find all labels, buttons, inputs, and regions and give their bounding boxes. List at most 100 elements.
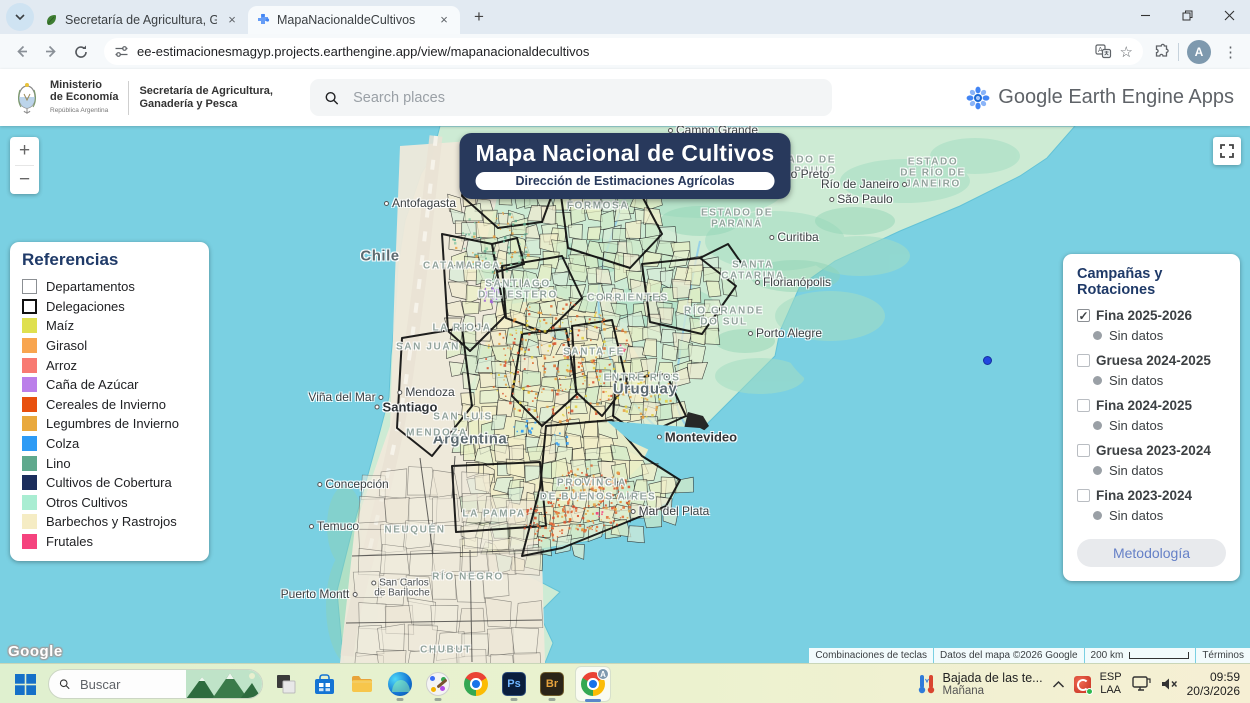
paint-button[interactable]: [423, 666, 453, 702]
task-view-button[interactable]: [271, 666, 301, 702]
site-settings-icon[interactable]: [114, 44, 129, 59]
volume-muted-icon[interactable]: [1160, 676, 1178, 692]
translate-icon[interactable]: A: [1095, 44, 1112, 59]
taskbar-search-input[interactable]: [78, 676, 178, 693]
no-data-radio[interactable]: [1093, 331, 1102, 340]
language-indicator[interactable]: ESPLAA: [1100, 671, 1122, 697]
ministry-logo: Ministerio de Economía República Argenti…: [0, 79, 287, 117]
legend-swatch: [22, 534, 37, 549]
taskbar-search-box[interactable]: [48, 669, 263, 699]
bridge-button[interactable]: Br: [537, 666, 567, 702]
profile-avatar[interactable]: A: [1187, 40, 1211, 64]
extensions-icon[interactable]: [1153, 43, 1170, 60]
legend-item: Cereales de Invierno: [22, 395, 197, 415]
toolbar-divider: [1178, 43, 1179, 61]
campaign-label: Gruesa 2024-2025: [1096, 353, 1211, 368]
url-text: ee-estimacionesmagyp.projects.earthengin…: [137, 44, 1087, 59]
chrome-button[interactable]: [461, 666, 491, 702]
tab-close-icon[interactable]: ×: [224, 12, 240, 28]
date-text: 20/3/2026: [1187, 684, 1240, 698]
network-icon[interactable]: [1131, 676, 1151, 692]
window-minimize-button[interactable]: [1124, 0, 1166, 30]
legend-label: Girasol: [46, 338, 87, 353]
bridge-icon: Br: [540, 672, 564, 696]
campaign-checkbox[interactable]: ✓: [1077, 309, 1090, 322]
brand-text: Google Earth Engine Apps: [998, 86, 1234, 109]
legend-label: Colza: [46, 436, 79, 451]
search-doodle-image[interactable]: [186, 669, 262, 699]
no-data-radio[interactable]: [1093, 376, 1102, 385]
legend-panel: Referencias Departamentos Delegaciones M…: [10, 242, 209, 561]
window-close-button[interactable]: [1208, 0, 1250, 30]
legend-label: Caña de Azúcar: [46, 377, 139, 392]
metodologia-button[interactable]: Metodología: [1077, 539, 1226, 567]
legend-swatch: [22, 397, 37, 412]
legend-label: Cultivos de Cobertura: [46, 475, 172, 490]
tray-chevron-up-icon[interactable]: [1052, 680, 1065, 689]
map-container[interactable]: ChileParaguayUruguayArgentinaFORMOSACATA…: [0, 126, 1250, 663]
start-button[interactable]: [10, 666, 40, 702]
zoom-in-button[interactable]: +: [10, 137, 39, 165]
file-explorer-button[interactable]: [347, 666, 377, 702]
legend-swatch: [22, 358, 37, 373]
bookmark-star-icon[interactable]: ☆: [1120, 43, 1133, 61]
tab-mapa-nacional[interactable]: MapaNacionaldeCultivos ×: [248, 6, 460, 34]
terms-link[interactable]: Términos: [1196, 648, 1250, 663]
legend-label: Otros Cultivos: [46, 495, 128, 510]
keyboard-shortcuts-link[interactable]: Combinaciones de teclas: [809, 648, 933, 663]
legend-swatch: [22, 495, 37, 510]
weather-widget[interactable]: Bajada de las te... Mañana: [917, 671, 1043, 698]
secretariat-name: Secretaría de Agricultura, Ganadería y P…: [139, 85, 272, 111]
chrome-active-window-button[interactable]: A: [575, 666, 611, 702]
no-data-radio[interactable]: [1093, 511, 1102, 520]
earth-engine-logo-icon: [966, 86, 990, 110]
no-data-radio[interactable]: [1093, 421, 1102, 430]
zoom-out-button[interactable]: −: [10, 166, 39, 194]
edge-button[interactable]: [385, 666, 415, 702]
legend-label: Frutales: [46, 534, 93, 549]
campaign-checkbox[interactable]: [1077, 354, 1090, 367]
reload-button[interactable]: [68, 39, 94, 65]
tab-secretaria[interactable]: Secretaría de Agricultura, Gana ×: [36, 6, 248, 34]
tab-title: Secretaría de Agricultura, Gana: [65, 13, 217, 27]
file-explorer-icon: [350, 672, 374, 696]
leaf-icon: [44, 13, 58, 27]
legend-swatch: [22, 456, 37, 471]
search-icon: [324, 90, 339, 106]
browser-menu-icon[interactable]: ⋮: [1219, 43, 1242, 61]
legend-swatch: [22, 338, 37, 353]
coat-of-arms-icon: [14, 80, 40, 116]
microsoft-store-button[interactable]: [309, 666, 339, 702]
search-places-input[interactable]: [351, 89, 818, 107]
legend-item: Caña de Azúcar: [22, 375, 197, 395]
legend-swatch: [22, 514, 37, 529]
tray-app-icon[interactable]: [1074, 676, 1091, 693]
legend-list: Departamentos Delegaciones Maíz Girasol …: [22, 277, 197, 551]
fullscreen-button[interactable]: [1213, 137, 1241, 165]
tab-close-icon[interactable]: ×: [436, 12, 452, 28]
legend-swatch: [22, 279, 37, 294]
task-view-icon: [275, 673, 297, 695]
paint-icon: [426, 672, 450, 696]
clock[interactable]: 09:59 20/3/2026: [1187, 670, 1240, 698]
address-bar[interactable]: ee-estimacionesmagyp.projects.earthengin…: [104, 38, 1143, 65]
campaign-group: Gruesa 2024-2025 Sin datos: [1077, 353, 1226, 388]
search-places-box[interactable]: [310, 79, 832, 116]
no-data-label: Sin datos: [1109, 328, 1163, 343]
no-data-radio[interactable]: [1093, 466, 1102, 475]
legend-item: Legumbres de Invierno: [22, 414, 197, 434]
map-title: Mapa Nacional de Cultivos: [476, 140, 775, 167]
tab-search-button[interactable]: [6, 3, 34, 31]
map-subtitle: Dirección de Estimaciones Agrícolas: [476, 172, 775, 190]
campaign-label: Fina 2025-2026: [1096, 308, 1192, 323]
legend-item: Cultivos de Cobertura: [22, 473, 197, 493]
back-button[interactable]: [8, 39, 34, 65]
window-restore-button[interactable]: [1166, 0, 1208, 30]
campaign-checkbox[interactable]: [1077, 489, 1090, 502]
map-marker-dot[interactable]: [983, 356, 992, 365]
campaign-checkbox[interactable]: [1077, 399, 1090, 412]
new-tab-button[interactable]: +: [466, 4, 492, 30]
forward-button[interactable]: [38, 39, 64, 65]
photoshop-button[interactable]: Ps: [499, 666, 529, 702]
campaign-checkbox[interactable]: [1077, 444, 1090, 457]
